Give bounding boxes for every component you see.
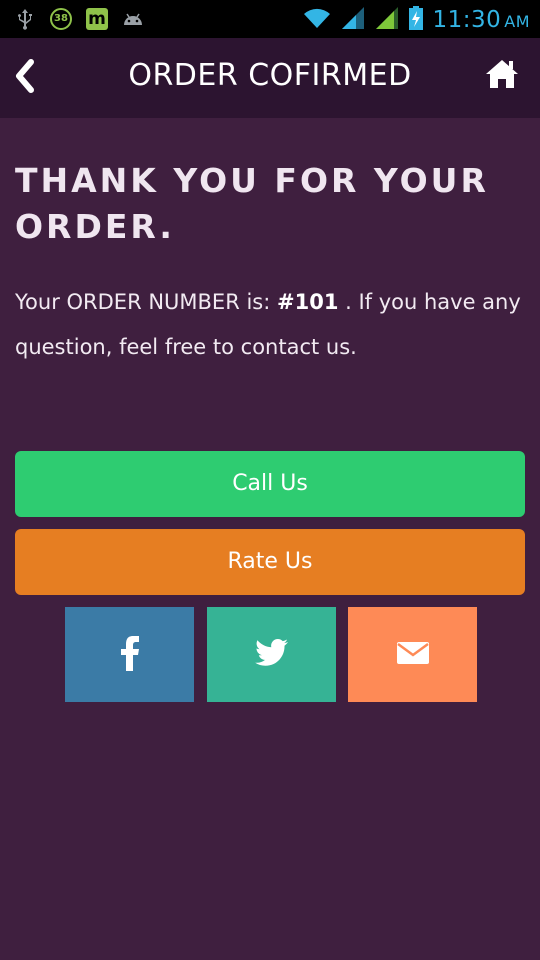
notification-badge: 38 <box>50 8 72 30</box>
signal-icon <box>340 5 366 35</box>
facebook-button[interactable] <box>65 607 194 702</box>
usb-icon <box>14 8 36 30</box>
chevron-left-icon <box>12 58 36 98</box>
page-title: ORDER COFIRMED <box>128 58 412 93</box>
clock-time: 11:30 <box>432 7 502 33</box>
twitter-icon <box>254 638 289 671</box>
email-button[interactable] <box>348 607 477 702</box>
app-header: ORDER COFIRMED <box>0 38 540 118</box>
order-number: #101 <box>277 290 339 314</box>
status-icons-left: 38 m <box>14 8 144 30</box>
thank-you-heading: THANK YOU FOR YOUR ORDER. <box>15 161 489 246</box>
message-prefix: Your ORDER NUMBER is: <box>15 290 277 314</box>
confirmation-content: THANK YOU FOR YOUR ORDER. Your ORDER NUM… <box>15 158 525 370</box>
home-icon <box>484 58 520 94</box>
wifi-icon <box>302 6 332 34</box>
battery-charging-icon <box>408 5 424 35</box>
facebook-icon <box>119 635 141 675</box>
twitter-button[interactable] <box>207 607 336 702</box>
home-button[interactable] <box>482 56 522 96</box>
mail-icon <box>396 641 429 668</box>
signal-icon-2 <box>374 5 400 35</box>
clock: 11:30 AM <box>432 7 530 33</box>
order-message: Your ORDER NUMBER is: #101 . If you have… <box>15 280 525 370</box>
call-us-button[interactable]: Call Us <box>15 451 525 517</box>
back-button[interactable] <box>4 52 44 104</box>
app-m-icon: m <box>86 8 108 30</box>
status-icons-right: 11:30 AM <box>302 5 530 35</box>
rate-us-button[interactable]: Rate Us <box>15 529 525 595</box>
android-icon <box>122 8 144 30</box>
clock-ampm: AM <box>504 12 530 31</box>
status-bar: 38 m 11:30 AM <box>0 0 540 38</box>
